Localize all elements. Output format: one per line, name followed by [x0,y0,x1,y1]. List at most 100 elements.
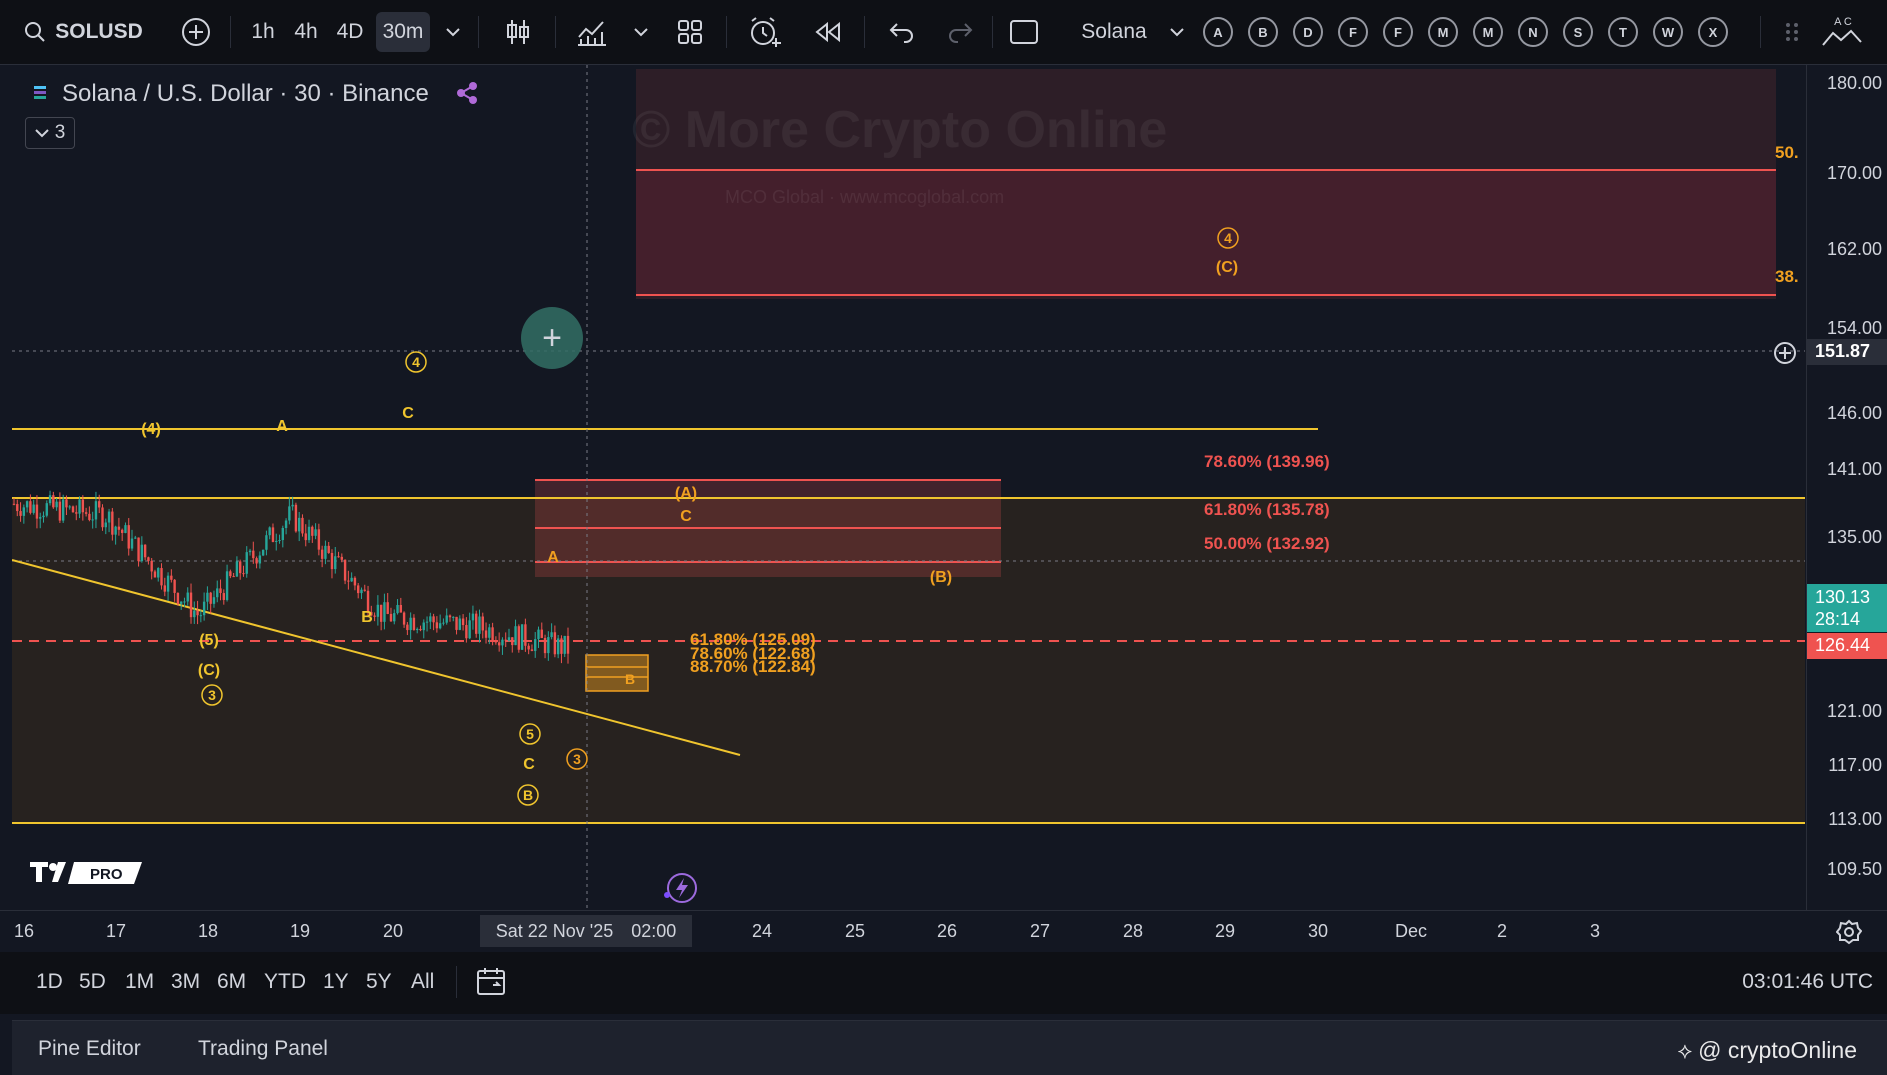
wave-tool-button[interactable]: A C [1818,12,1868,52]
redo-icon [949,23,973,43]
indicators-button[interactable] [574,12,610,52]
interval-30m[interactable]: 30m [376,12,430,52]
symbol-search-button[interactable]: SOLUSD [18,12,148,52]
candle-body [419,628,422,631]
candle-body [150,560,153,572]
candle-body [314,529,317,536]
alert-letter-b[interactable]: B [1248,17,1278,47]
candle-body [157,568,160,578]
range-ytd[interactable]: YTD [264,970,306,994]
candle-body [252,550,255,559]
candle-body [442,622,445,624]
candle-body [399,605,403,613]
range-5y[interactable]: 5Y [366,970,392,994]
time-axis[interactable]: 16 17 18 19 20 Sat 22 Nov '25 02:00 24 2… [0,910,1887,952]
candle-body [104,522,107,528]
alert-letter-m2[interactable]: M [1473,17,1503,47]
layout-button[interactable] [672,12,708,52]
interval-1h[interactable]: 1h [245,12,281,52]
drag-handle[interactable] [1780,12,1804,52]
candle-body [317,529,321,550]
wave-label-a1: A [276,418,288,435]
candle-body [452,616,455,618]
alert-letter-t[interactable]: T [1608,17,1638,47]
interval-dropdown[interactable] [440,12,466,52]
tab-trading-panel[interactable]: Trading Panel [198,1037,328,1061]
wave-label-c3: C [680,508,692,525]
alert-letter-a[interactable]: A [1203,17,1233,47]
share-icon[interactable] [454,80,480,106]
tab-pine-editor[interactable]: Pine Editor [38,1037,141,1061]
legend-collapse-button[interactable]: 3 [25,117,75,149]
range-1y[interactable]: 1Y [323,970,349,994]
redo-button[interactable] [942,12,978,52]
layout-dropdown[interactable] [1166,12,1188,52]
candle-body [501,639,504,646]
candle-body [478,616,481,634]
candle-body [324,545,327,559]
candle-body [461,618,465,626]
layout-name[interactable]: Solana [1064,12,1164,52]
add-drawing-button[interactable]: + [521,307,583,369]
alert-letter-n[interactable]: N [1518,17,1548,47]
alert-letter-f1[interactable]: F [1338,17,1368,47]
candle-body [84,512,88,514]
fullscreen-button[interactable] [1006,12,1042,52]
candle-body [491,627,494,642]
indicators-icon [578,21,606,46]
wave-label-pa: (A) [675,485,697,502]
candle-body [193,610,196,618]
fib-label-786: 78.60% (139.96) [1204,452,1330,471]
candle-body [416,628,419,630]
replay-button[interactable] [810,12,846,52]
price-axis[interactable]: 180.00 170.00 162.00 154.00 146.00 141.0… [1806,65,1887,910]
range-all[interactable]: All [411,970,434,994]
candle-body [438,623,442,629]
alert-letter-s[interactable]: S [1563,17,1593,47]
time-tick: 30 [1308,921,1329,941]
lightning-icon[interactable] [662,870,702,906]
add-alert-at-price-button[interactable] [1772,340,1798,366]
candle-body [497,642,501,646]
range-1d[interactable]: 1D [36,970,63,994]
range-1m[interactable]: 1M [125,970,154,994]
legend-title[interactable]: Solana / U.S. Dollar · 30 · Binance [62,80,429,108]
alert-letter-f2[interactable]: F [1383,17,1413,47]
price-tick: 109.50 [1826,859,1882,879]
go-to-date-button[interactable] [475,966,509,998]
range-5d[interactable]: 5D [79,970,106,994]
candle-body [327,545,330,553]
candle-body [35,504,39,519]
alert-letter-m1[interactable]: M [1428,17,1458,47]
alert-letter-x[interactable]: X [1698,17,1728,47]
candle-body [101,507,104,528]
crosshair-time: 02:00 [631,920,677,941]
undo-button[interactable] [884,12,920,52]
range-3m[interactable]: 3M [171,970,200,994]
candle-body [524,624,527,646]
interval-4h[interactable]: 4h [288,12,324,52]
candle-body [268,527,271,536]
indicators-dropdown[interactable] [628,12,654,52]
brand-text: @ cryptoOnline [1698,1037,1857,1063]
candle-body [91,519,94,521]
alert-button[interactable] [746,12,784,52]
compare-add-button[interactable] [176,12,216,52]
time-tick: 26 [937,921,958,941]
candle-body [376,604,380,617]
calendar-icon [477,968,505,995]
clock-utc[interactable]: 03:01:46 UTC [1742,970,1873,994]
alert-letter-d[interactable]: D [1293,17,1323,47]
chart-settings-button[interactable] [1835,919,1863,945]
chart-type-button[interactable] [500,12,536,52]
interval-4d[interactable]: 4D [331,12,369,52]
candle-body [209,592,212,604]
candle-body [68,506,71,508]
candle-body [553,632,557,655]
undo-icon [889,23,913,43]
candle-body [330,552,334,570]
range-6m[interactable]: 6M [217,970,246,994]
brand-watermark: ⟡ @ cryptoOnline [1678,1037,1857,1064]
alert-letter-w[interactable]: W [1653,17,1683,47]
time-tick: 16 [14,921,35,941]
